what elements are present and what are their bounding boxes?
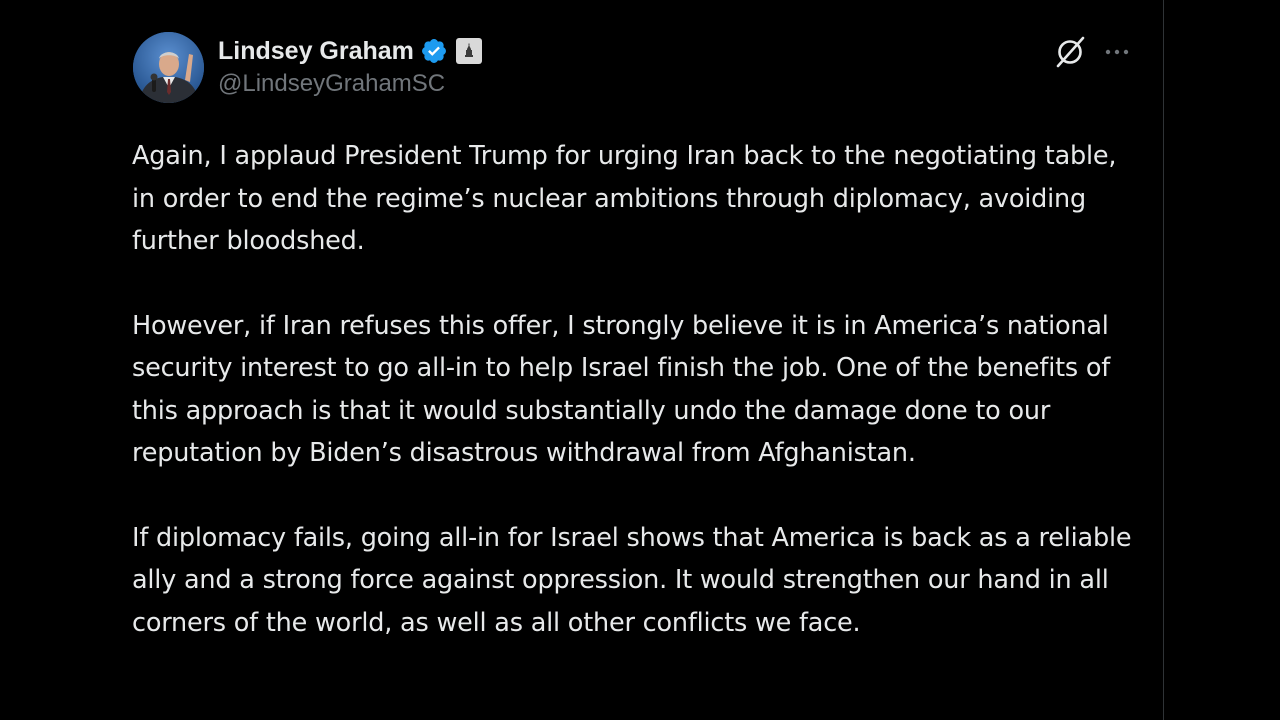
avatar[interactable]: [133, 32, 204, 103]
government-building-icon[interactable]: [455, 38, 482, 64]
timeline-divider: [1163, 0, 1164, 720]
author-block: Lindsey Graham @LindseyGrahamSC: [218, 36, 482, 98]
post-header: Lindsey Graham @LindseyGrahamSC: [132, 32, 1142, 104]
grok-icon[interactable]: [1053, 35, 1087, 69]
author-name-row: Lindsey Graham: [218, 36, 482, 66]
post-paragraph: If diplomacy fails, going all-in for Isr…: [132, 522, 1132, 638]
post-paragraph: However, if Iran refuses this offer, I s…: [132, 310, 1111, 469]
post: Lindsey Graham @LindseyGrahamSC Again, I…: [132, 32, 1142, 686]
more-options-icon[interactable]: [1102, 38, 1132, 66]
post-paragraph: Again, I applaud President Trump for urg…: [132, 141, 1117, 256]
post-text: Again, I applaud President Trump for urg…: [132, 135, 1142, 644]
author-handle[interactable]: @LindseyGrahamSC: [218, 70, 482, 98]
author-display-name[interactable]: Lindsey Graham: [218, 37, 414, 66]
verified-badge-icon[interactable]: [420, 37, 448, 65]
